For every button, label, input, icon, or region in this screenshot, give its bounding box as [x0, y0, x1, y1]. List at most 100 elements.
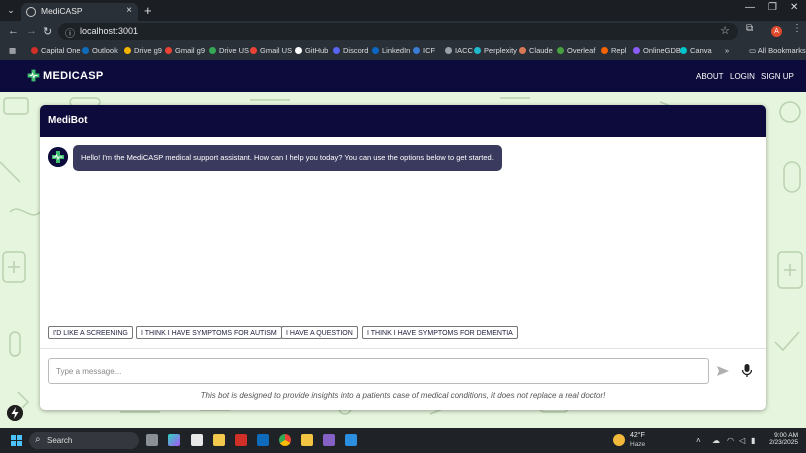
bookmark-favicon-icon: [165, 47, 172, 54]
browser-tab[interactable]: MediCASP ×: [21, 3, 138, 21]
bookmark-item[interactable]: Perplexity: [474, 46, 517, 55]
nav-signup[interactable]: SIGN UP: [761, 72, 794, 81]
kebab-menu-icon[interactable]: ⋮: [792, 23, 802, 34]
browser-tabbar: ⌄ MediCASP × + — ❐ ✕: [0, 0, 806, 21]
clock-date: 2/23/2025: [769, 439, 798, 446]
minimize-icon[interactable]: —: [745, 2, 755, 13]
bookmark-star-icon[interactable]: ☆: [720, 24, 730, 37]
bookmark-item[interactable]: Outlook: [82, 46, 118, 55]
nav-login[interactable]: LOGIN: [730, 72, 755, 81]
bookmark-item[interactable]: Discord: [333, 46, 368, 55]
tab-close-icon[interactable]: ×: [126, 5, 132, 16]
outlook-icon[interactable]: [257, 434, 269, 446]
bookmark-item[interactable]: Drive g9: [124, 46, 162, 55]
bookmark-favicon-icon: [124, 47, 131, 54]
nav-about[interactable]: ABOUT: [696, 72, 724, 81]
site-navbar: MEDICASP ABOUT LOGIN SIGN UP: [0, 60, 806, 92]
bookmark-item[interactable]: ICF: [413, 46, 435, 55]
bookmark-item[interactable]: Repl: [601, 46, 626, 55]
bookmark-label: Capital One: [41, 46, 81, 55]
copilot-icon[interactable]: [168, 434, 180, 446]
option-question-button[interactable]: I HAVE A QUESTION: [281, 326, 358, 339]
bookmark-item[interactable]: Gmail g9: [165, 46, 205, 55]
restore-icon[interactable]: ❐: [768, 2, 777, 13]
chrome-icon[interactable]: [279, 434, 291, 446]
mcafee-icon[interactable]: [235, 434, 247, 446]
bookmark-item[interactable]: Capital One: [31, 46, 81, 55]
bookmark-favicon-icon: [209, 47, 216, 54]
site-info-icon[interactable]: ⓘ: [65, 25, 75, 40]
tab-favicon-icon: [26, 7, 36, 17]
chatbot-card: MediBot Hello! I'm the MediCASP medical …: [40, 105, 766, 410]
bookmark-item[interactable]: IACC: [445, 46, 473, 55]
all-bookmarks-label: All Bookmarks: [757, 46, 806, 55]
forward-icon[interactable]: →: [26, 25, 37, 37]
bookmark-item[interactable]: Drive US: [209, 46, 249, 55]
profile-avatar[interactable]: A: [771, 26, 782, 37]
bookmark-item[interactable]: Gmail US: [250, 46, 292, 55]
microphone-icon[interactable]: [740, 363, 754, 379]
apps-grid-icon[interactable]: ▦: [9, 46, 16, 55]
bookmark-item[interactable]: Canva: [680, 46, 712, 55]
message-input[interactable]: [48, 358, 709, 384]
option-screening-button[interactable]: I'D LIKE A SCREENING: [48, 326, 133, 339]
bookmark-label: OnlineGDB: [643, 46, 681, 55]
windows-start-icon[interactable]: [11, 435, 22, 446]
bookmark-favicon-icon: [82, 47, 89, 54]
taskbar-search-label: Search: [47, 436, 73, 445]
bookmark-favicon-icon: [333, 47, 340, 54]
lightning-bolt-icon[interactable]: [7, 405, 23, 421]
extensions-icon[interactable]: ⧉: [746, 23, 753, 34]
bookmark-favicon-icon: [295, 47, 302, 54]
vscode-icon[interactable]: [345, 434, 357, 446]
weather-haze-icon: [613, 434, 625, 446]
task-view-icon[interactable]: [146, 434, 158, 446]
brand-name[interactable]: MEDICASP: [43, 70, 103, 82]
bookmark-label: Gmail US: [260, 46, 293, 55]
bookmark-favicon-icon: [519, 47, 526, 54]
volume-icon[interactable]: ◁: [739, 436, 745, 445]
new-tab-button[interactable]: +: [144, 3, 152, 18]
file-explorer-icon[interactable]: [301, 434, 313, 446]
wifi-icon[interactable]: ◠: [727, 436, 734, 445]
bookmark-label: GitHub: [305, 46, 329, 55]
all-bookmarks-folder[interactable]: ▭ All Bookmarks: [749, 46, 806, 55]
bookmark-label: IACC: [455, 46, 473, 55]
more-bookmarks-icon[interactable]: »: [725, 46, 729, 55]
system-clock[interactable]: 9:00 AM 2/23/2025: [768, 432, 798, 446]
taskbar-search[interactable]: ⌕ Search: [29, 432, 139, 449]
bookmark-item[interactable]: Claude: [519, 46, 553, 55]
bookmark-item[interactable]: Overleaf: [557, 46, 595, 55]
option-dementia-button[interactable]: I THINK I HAVE SYMPTOMS FOR DEMENTIA: [362, 326, 518, 339]
tab-search-chevron-icon[interactable]: ⌄: [4, 4, 18, 17]
clock-time: 9:00 AM: [774, 432, 798, 439]
bot-avatar-icon: [48, 147, 68, 167]
back-icon[interactable]: ←: [8, 25, 19, 37]
notepad-icon[interactable]: [191, 434, 203, 446]
tray-chevron-icon[interactable]: ˄: [696, 436, 701, 445]
bookmark-label: Perplexity: [484, 46, 517, 55]
url-text[interactable]: localhost:3001: [80, 26, 138, 36]
bookmark-label: Claude: [529, 46, 553, 55]
bookmark-label: Repl: [611, 46, 627, 55]
address-bar-row: ← → ↻ ⓘ localhost:3001 ☆ ⧉ ⋮: [0, 21, 806, 42]
search-icon: ⌕: [35, 434, 41, 445]
bookmark-label: Discord: [343, 46, 369, 55]
bookmark-item[interactable]: LinkedIn: [372, 46, 410, 55]
bookmark-label: ICF: [423, 46, 436, 55]
bookmark-label: LinkedIn: [382, 46, 411, 55]
weather-condition: Haze: [630, 441, 646, 448]
battery-icon[interactable]: ▮: [751, 436, 755, 445]
send-icon[interactable]: [716, 364, 730, 378]
reload-icon[interactable]: ↻: [43, 25, 52, 38]
window-close-icon[interactable]: ✕: [790, 2, 798, 13]
bookmark-favicon-icon: [601, 47, 608, 54]
store-icon[interactable]: [213, 434, 225, 446]
visual-studio-icon[interactable]: [323, 434, 335, 446]
bookmark-item[interactable]: GitHub: [295, 46, 328, 55]
omnibox[interactable]: ⓘ localhost:3001 ☆: [58, 23, 738, 40]
bookmark-favicon-icon: [31, 47, 38, 54]
bookmark-item[interactable]: OnlineGDB: [633, 46, 681, 55]
onedrive-icon[interactable]: ☁: [712, 436, 720, 445]
option-autism-button[interactable]: I THINK I HAVE SYMPTOMS FOR AUTISM: [136, 326, 282, 339]
